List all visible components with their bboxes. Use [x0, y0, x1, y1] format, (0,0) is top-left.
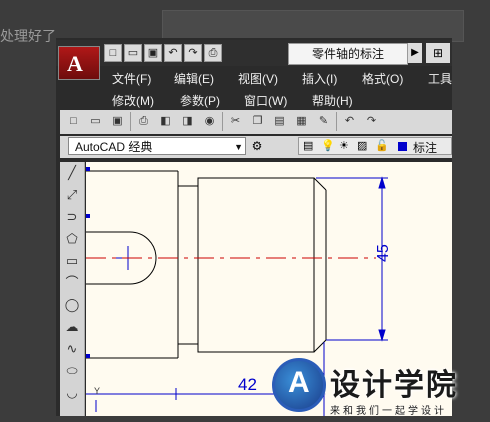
watermark-title: 设计学院: [330, 369, 458, 402]
menu-tools[interactable]: 工具: [428, 70, 452, 87]
match-properties-icon[interactable]: ▦: [292, 112, 311, 131]
revision-cloud-icon[interactable]: ☁: [60, 316, 84, 338]
spline-icon[interactable]: ∿: [60, 338, 84, 360]
watermark-logo: A 设计学院 来和我们一起学设计: [266, 356, 490, 422]
undo-icon[interactable]: ↶: [164, 44, 182, 62]
chevron-down-icon: ▼: [234, 142, 243, 152]
workspace-bar: AutoCAD 经典 ▼ ⚙ ▤ 💡 ☀ ▨ 🔓 标注: [60, 136, 452, 158]
new-file-icon[interactable]: □: [104, 44, 122, 62]
polyline-icon[interactable]: ⊃: [60, 206, 84, 228]
title-arrow-icon[interactable]: ▶: [408, 43, 422, 63]
draw-toolbar: ╱ ⤢ ⊃ ⬠ ▭ ⌒ ◯ ☁ ∿ ⬭ ◡: [60, 162, 85, 416]
ucs-y-label: Y: [94, 386, 100, 396]
sun-icon[interactable]: ☀: [339, 138, 349, 154]
open-icon[interactable]: ▭: [86, 112, 105, 131]
standard-toolbar: □ ▭ ▣ ⎙ ◧ ◨ ◉ ✂ ❐ ▤ ▦ ✎ ↶ ↷: [60, 110, 452, 134]
arc-icon[interactable]: ⌒: [60, 272, 84, 294]
watermark-subtitle: 来和我们一起学设计: [330, 406, 447, 417]
block-editor-icon[interactable]: ✎: [314, 112, 333, 131]
layer-control[interactable]: ▤ 💡 ☀ ▨ 🔓 标注: [298, 137, 452, 155]
redo-icon[interactable]: ↷: [184, 44, 202, 62]
background-text: 处理好了: [0, 28, 56, 44]
copy-icon[interactable]: ❐: [248, 112, 267, 131]
3d-dwf-icon[interactable]: ◉: [200, 112, 219, 131]
workspace-select[interactable]: AutoCAD 经典 ▼: [68, 137, 246, 155]
dim-horizontal-text: 42: [238, 375, 257, 394]
ellipse-icon[interactable]: ⬭: [60, 360, 84, 382]
save-icon[interactable]: ▣: [108, 112, 127, 131]
menu-window[interactable]: 窗口(W): [244, 92, 287, 109]
polygon-icon[interactable]: ⬠: [60, 228, 84, 250]
menu-bar: 文件(F) 编辑(E) 视图(V) 插入(I) 格式(O) 工具: [102, 68, 452, 88]
layer-name: 标注: [413, 141, 438, 155]
menu-view[interactable]: 视图(V): [238, 70, 278, 87]
workspace-value: AutoCAD 经典: [75, 140, 153, 154]
undo-icon[interactable]: ↶: [340, 112, 359, 131]
binoculars-icon[interactable]: ⊞: [426, 43, 450, 63]
layer-color-swatch: [398, 142, 407, 151]
menu-file[interactable]: 文件(F): [112, 70, 151, 87]
menu-help[interactable]: 帮助(H): [312, 92, 353, 109]
document-title: 零件轴的标注: [288, 43, 408, 65]
menu-edit[interactable]: 编辑(E): [174, 70, 214, 87]
rectangle-icon[interactable]: ▭: [60, 250, 84, 272]
line-icon[interactable]: ╱: [60, 162, 84, 184]
quick-access-toolbar: A □ ▭ ▣ ↶ ↷ ⎙ 零件轴的标注 ▶ ⊞: [56, 40, 452, 80]
menu-format[interactable]: 格式(O): [362, 70, 403, 87]
paste-icon[interactable]: ▤: [270, 112, 289, 131]
menu-insert[interactable]: 插入(I): [302, 70, 337, 87]
plot-icon[interactable]: ⎙: [134, 112, 153, 131]
layer-props-icon[interactable]: ▤: [303, 138, 313, 154]
application-menu-button[interactable]: A: [58, 46, 100, 80]
construction-line-icon[interactable]: ⤢: [60, 184, 84, 206]
redo-icon[interactable]: ↷: [362, 112, 381, 131]
publish-icon[interactable]: ◨: [178, 112, 197, 131]
open-file-icon[interactable]: ▭: [124, 44, 142, 62]
unlock-icon[interactable]: 🔓: [375, 138, 389, 154]
ellipse-arc-icon[interactable]: ◡: [60, 382, 84, 404]
new-icon[interactable]: □: [64, 112, 83, 131]
plot-preview-icon[interactable]: ◧: [156, 112, 175, 131]
save-icon[interactable]: ▣: [144, 44, 162, 62]
circle-icon[interactable]: ◯: [60, 294, 84, 316]
menu-bar-row2: 修改(M) 参数(P) 窗口(W) 帮助(H): [102, 90, 452, 110]
menu-modify[interactable]: 修改(M): [112, 92, 154, 109]
layer-lock-icon[interactable]: ▨: [357, 138, 367, 154]
menu-parameter[interactable]: 参数(P): [180, 92, 220, 109]
print-icon[interactable]: ⎙: [204, 44, 222, 62]
dim-vertical-text: 45: [375, 244, 392, 262]
cut-icon[interactable]: ✂: [226, 112, 245, 131]
autocad-logo-icon: A: [67, 51, 83, 76]
site-logo-icon: A: [272, 358, 326, 412]
shaft-outline: [86, 170, 327, 359]
gear-icon[interactable]: ⚙: [248, 137, 266, 155]
lightbulb-icon[interactable]: 💡: [321, 138, 335, 154]
